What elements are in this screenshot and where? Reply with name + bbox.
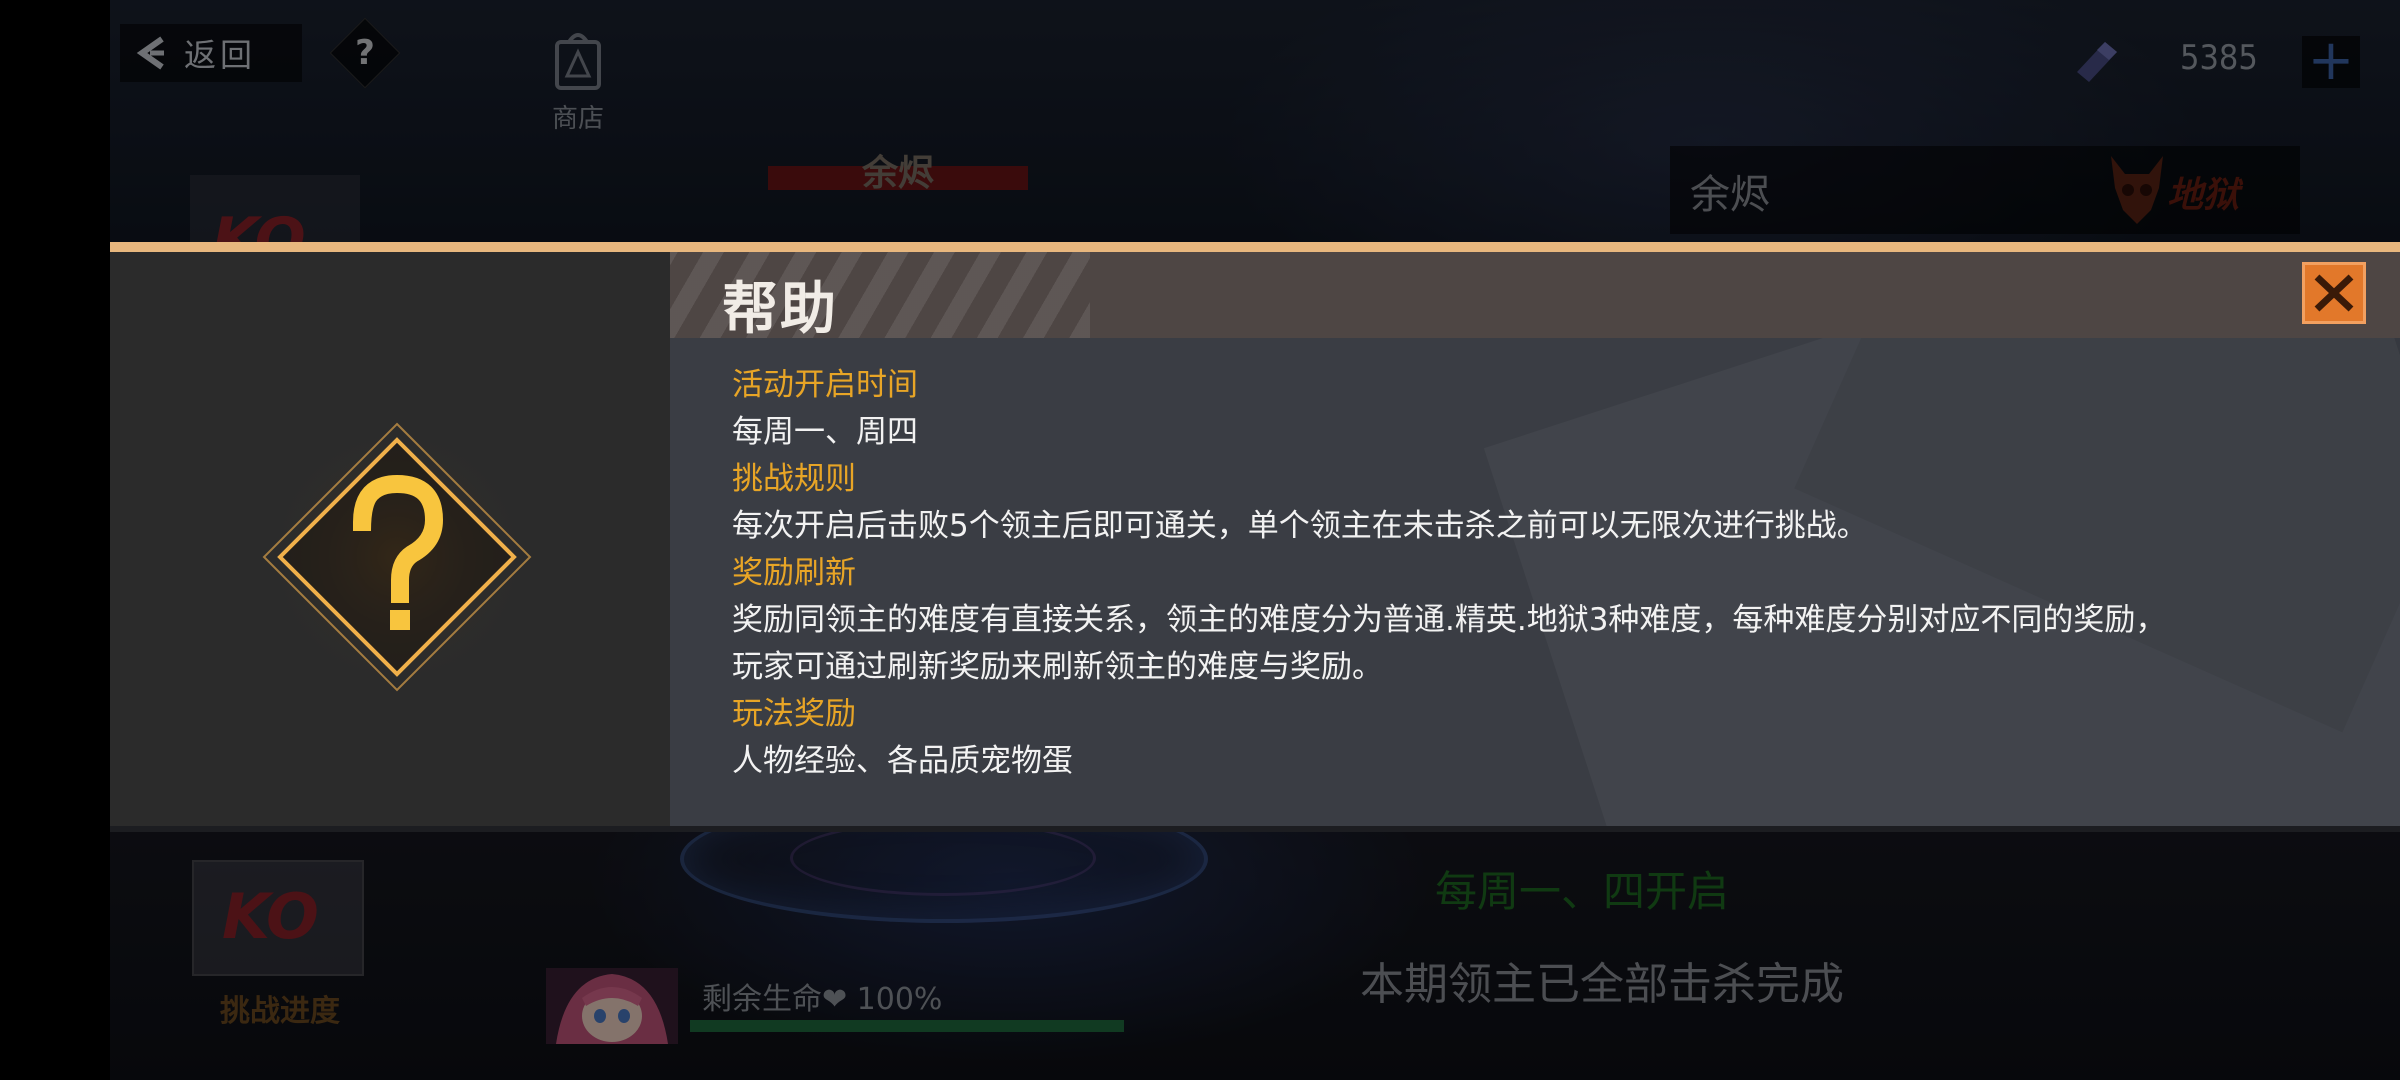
modal-top-border	[110, 242, 2400, 252]
section-heading-open-time: 活动开启时间	[732, 367, 918, 403]
question-diamond-icon	[262, 422, 532, 692]
section-text-rewards: 人物经验、各品质宠物蛋	[732, 743, 1073, 779]
close-icon	[2314, 274, 2354, 312]
modal-left-panel	[110, 252, 670, 826]
section-text-refresh-1: 奖励同领主的难度有直接关系，领主的难度分为普通.精英.地狱3种难度，每种难度分别…	[732, 602, 2167, 638]
section-heading-refresh: 奖励刷新	[732, 555, 856, 591]
help-content: 活动开启时间 每周一、周四 挑战规则 每次开启后击败5个领主后即可通关，单个领主…	[732, 362, 2372, 785]
section-text-refresh-2: 玩家可通过刷新奖励来刷新领主的难度与奖励。	[732, 649, 1383, 685]
modal-title: 帮助	[722, 277, 838, 338]
help-modal: 帮助 活动开启时间 每周一、周四 挑战规则 每次开启后击败5个领主后即可通关，单…	[110, 242, 2400, 832]
section-text-open-time: 每周一、周四	[732, 414, 918, 450]
section-text-rules: 每次开启后击败5个领主后即可通关，单个领主在未击杀之前可以无限次进行挑战。	[732, 508, 1868, 544]
section-heading-rules: 挑战规则	[732, 461, 856, 497]
game-screen: 返回 ? 商店 5385 + KO 余烬 余烬 地狱 KO 挑战进度 每周一、四…	[110, 0, 2400, 1080]
section-heading-rewards: 玩法奖励	[732, 696, 856, 732]
modal-content-panel: 帮助 活动开启时间 每周一、周四 挑战规则 每次开启后击败5个领主后即可通关，单…	[670, 252, 2400, 826]
modal-header: 帮助	[670, 252, 2400, 338]
modal-bottom-border	[110, 826, 2400, 832]
close-button[interactable]	[2302, 262, 2366, 324]
